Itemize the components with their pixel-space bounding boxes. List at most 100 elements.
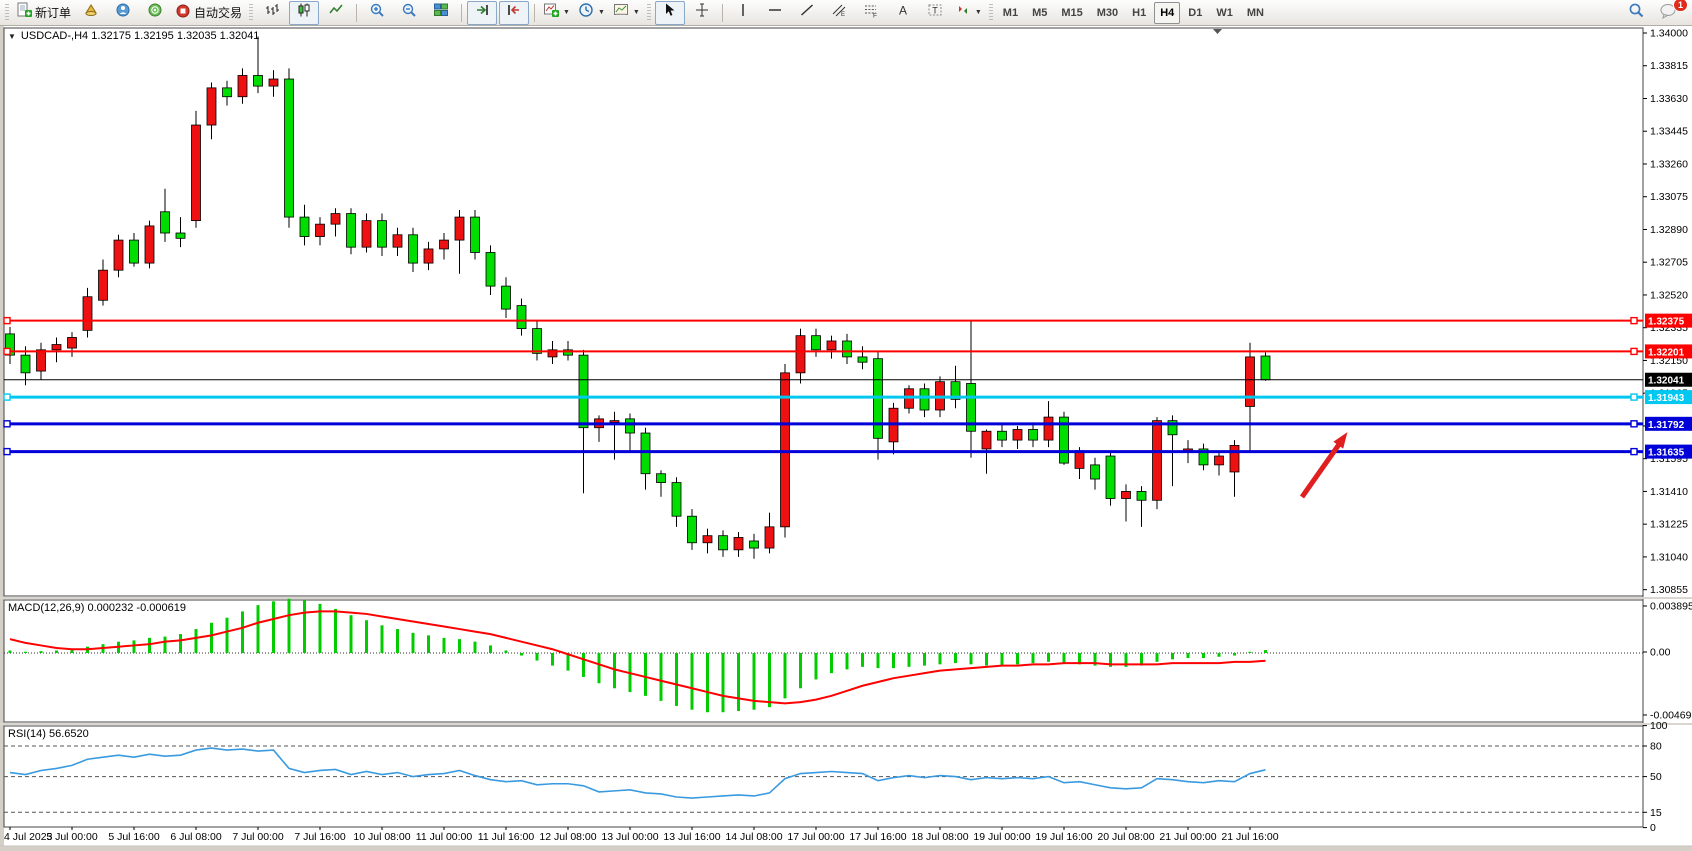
timeframe-button-W1[interactable]: W1 <box>1210 2 1239 24</box>
line-chart-button[interactable] <box>321 1 351 25</box>
text-label-button[interactable]: T <box>920 1 950 25</box>
time-axis-label: 11 Jul 00:00 <box>416 831 473 843</box>
symbol-dropdown-icon[interactable]: ▼ <box>8 32 16 41</box>
pane-divider[interactable] <box>0 723 1692 725</box>
timeframe-button-M15[interactable]: M15 <box>1055 2 1088 24</box>
zoom-out-button[interactable] <box>394 1 424 25</box>
candle-body <box>672 483 681 517</box>
tile-windows-button[interactable] <box>426 1 456 25</box>
candle-body <box>52 345 61 350</box>
time-axis-label: 10 Jul 08:00 <box>353 831 410 843</box>
candle-body <box>858 357 867 362</box>
candle-body <box>362 221 371 248</box>
timeframe-button-M30[interactable]: M30 <box>1091 2 1124 24</box>
navigator-icon <box>115 2 131 23</box>
search-icon <box>1628 2 1645 24</box>
svg-text:1.31792: 1.31792 <box>1648 420 1685 431</box>
timeframe-button-MN[interactable]: MN <box>1241 2 1270 24</box>
bar-chart-button[interactable] <box>257 1 287 25</box>
cursor-icon <box>662 2 678 23</box>
time-axis-label: 17 Jul 00:00 <box>787 831 844 843</box>
price-pane[interactable] <box>4 28 1643 596</box>
autotrading-button[interactable]: 自动交易 <box>172 1 245 25</box>
toolbar-grip[interactable] <box>647 4 651 22</box>
timeframe-button-M5[interactable]: M5 <box>1026 2 1053 24</box>
macd-pane[interactable] <box>4 600 1643 722</box>
line-handle[interactable] <box>4 449 10 455</box>
line-handle[interactable] <box>1631 449 1637 455</box>
indicators-button[interactable]: ▼ <box>540 1 573 25</box>
vertical-line-button[interactable] <box>728 1 758 25</box>
zoom-out-icon <box>401 2 417 23</box>
tile-windows-icon <box>433 2 449 23</box>
channel-button[interactable]: E <box>824 1 854 25</box>
text-button[interactable]: A <box>888 1 918 25</box>
chart-shift-button[interactable] <box>499 1 529 25</box>
pane-divider[interactable] <box>0 597 1692 599</box>
candle-body <box>765 527 774 548</box>
fibonacci-button[interactable]: F <box>856 1 886 25</box>
candlestick-chart-button[interactable] <box>289 1 319 25</box>
text-icon: A <box>895 2 911 23</box>
rsi-axis-tick: 50 <box>1650 771 1662 783</box>
notifications-button[interactable]: 1 <box>1653 1 1683 25</box>
line-handle[interactable] <box>1631 394 1637 400</box>
line-handle[interactable] <box>1631 348 1637 354</box>
svg-text:A: A <box>899 4 907 18</box>
horizontal-line-button[interactable] <box>760 1 790 25</box>
zoom-in-button[interactable] <box>362 1 392 25</box>
price-axis-tick: 1.33075 <box>1650 191 1688 203</box>
arrows-button[interactable]: ▼ <box>952 1 985 25</box>
templates-button[interactable]: ▼ <box>610 1 643 25</box>
chart-canvas[interactable]: 1.340001.338151.336301.334451.332601.330… <box>0 0 1692 851</box>
candle-body <box>347 214 356 248</box>
candle-body <box>145 226 154 263</box>
line-handle[interactable] <box>4 318 10 324</box>
candle-body <box>533 329 542 354</box>
trendline-button[interactable] <box>792 1 822 25</box>
time-axis-label: 7 Jul 16:00 <box>294 831 346 843</box>
line-handle[interactable] <box>1631 421 1637 427</box>
timeframe-button-H1[interactable]: H1 <box>1126 2 1152 24</box>
toolbar-separator <box>534 4 535 22</box>
signals-button[interactable] <box>140 1 170 25</box>
candlestick-icon <box>296 2 312 23</box>
candle-body <box>734 537 743 549</box>
market-watch-button[interactable] <box>76 1 106 25</box>
toolbar-grip[interactable] <box>5 4 9 22</box>
cursor-button[interactable] <box>655 1 685 25</box>
notification-badge: 1 <box>1673 0 1688 12</box>
periods-button[interactable]: ▼ <box>575 1 608 25</box>
symbol-header[interactable]: ▼ USDCAD-,H4 1.32175 1.32195 1.32035 1.3… <box>8 30 259 42</box>
candle-body <box>1153 421 1162 501</box>
line-handle[interactable] <box>4 348 10 354</box>
time-axis-label: 17 Jul 16:00 <box>849 831 906 843</box>
toolbar-grip[interactable] <box>249 4 253 22</box>
price-axis-tick: 1.32520 <box>1650 289 1688 301</box>
toolbar-grip[interactable] <box>989 4 993 22</box>
candle-body <box>300 217 309 236</box>
line-handle[interactable] <box>4 394 10 400</box>
candle-body <box>207 88 216 125</box>
chevron-down-icon: ▼ <box>633 9 640 16</box>
navigator-button[interactable] <box>108 1 138 25</box>
time-axis-label: 13 Jul 16:00 <box>663 831 720 843</box>
crosshair-button[interactable] <box>687 1 717 25</box>
timeframe-button-D1[interactable]: D1 <box>1182 2 1208 24</box>
new-order-button[interactable]: 新订单 <box>13 1 74 25</box>
search-button[interactable] <box>1621 1 1651 25</box>
rsi-axis-tick: 100 <box>1650 720 1668 732</box>
symbol-ohlc-line: USDCAD-,H4 1.32175 1.32195 1.32035 1.320… <box>21 30 260 42</box>
timeframe-button-H4[interactable]: H4 <box>1154 2 1180 24</box>
timeframe-button-M1[interactable]: M1 <box>997 2 1024 24</box>
candle-body <box>1122 491 1131 498</box>
line-handle[interactable] <box>4 421 10 427</box>
candle-body <box>641 433 650 474</box>
candle-body <box>486 252 495 286</box>
vertical-line-icon <box>735 2 751 23</box>
candle-body <box>843 341 852 357</box>
auto-scroll-button[interactable] <box>467 1 497 25</box>
price-axis-tick: 1.32890 <box>1650 224 1688 236</box>
line-handle[interactable] <box>1631 318 1637 324</box>
market-watch-icon <box>83 2 99 23</box>
